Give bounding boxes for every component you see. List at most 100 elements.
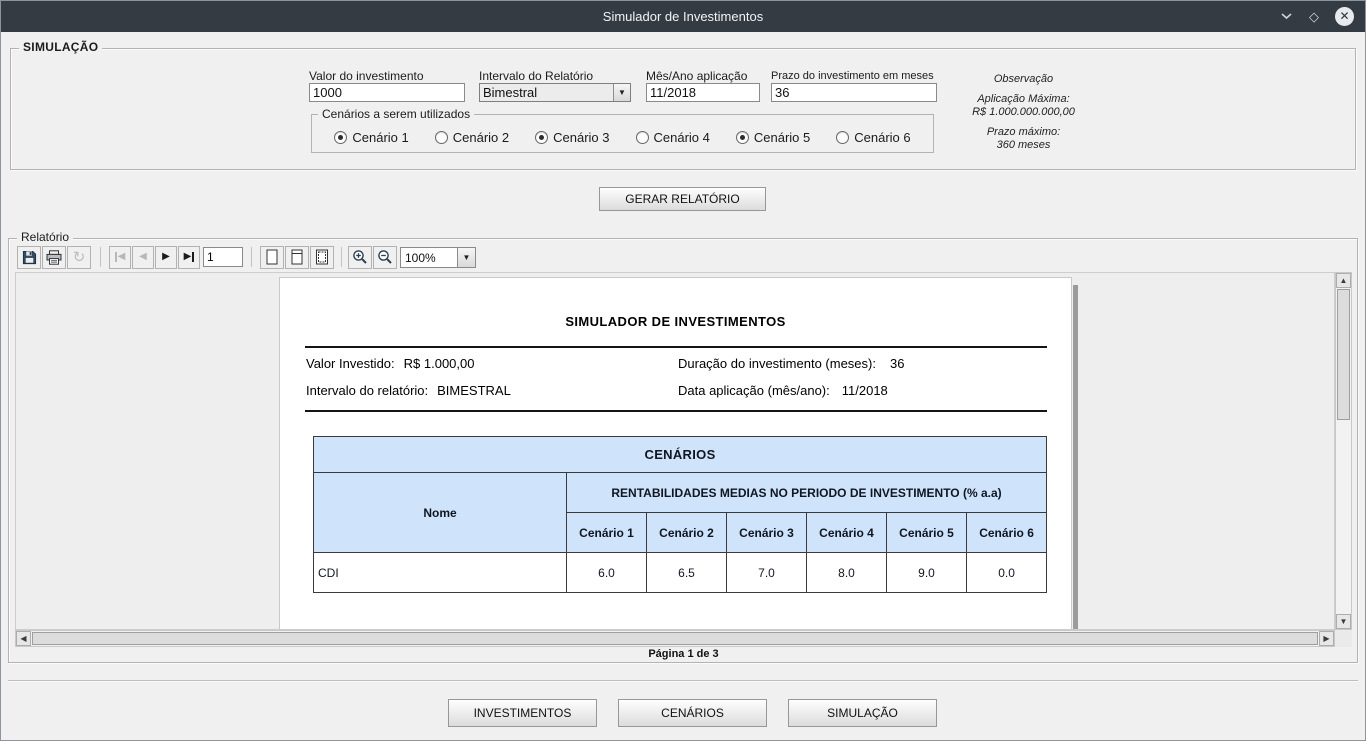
table-group-header: RENTABILIDADES MEDIAS NO PERIODO DE INVE… <box>565 472 1048 513</box>
zoom-out-button[interactable] <box>373 245 397 269</box>
gerar-relatorio-button[interactable]: GERAR RELATÓRIO <box>599 187 766 211</box>
simulacao-legend: SIMULAÇÃO <box>19 40 103 54</box>
print-icon <box>46 249 62 265</box>
vertical-scrollbar[interactable]: ▲ ▼ <box>1335 272 1352 630</box>
value-cell: 0.0 <box>965 552 1048 593</box>
aplicacao-maxima-label: Aplicação Máxima: <box>977 93 1070 105</box>
intervalo-relatorio-select[interactable]: Bimestral ▼ <box>479 83 631 102</box>
reload-button[interactable]: ↻ <box>67 245 91 269</box>
prazo-input[interactable] <box>771 83 937 102</box>
zoom-in-icon <box>352 249 368 265</box>
column-header: Cenário 3 <box>726 512 807 553</box>
report-viewport: SIMULADOR DE INVESTIMENTOS Valor Investi… <box>15 272 1335 630</box>
close-icon[interactable]: ✕ <box>1335 6 1354 26</box>
report-title: SIMULADOR DE INVESTIMENTOS <box>565 314 786 329</box>
report-divider <box>305 410 1047 412</box>
report-page: SIMULADOR DE INVESTIMENTOS Valor Investi… <box>279 277 1072 629</box>
field-label: Valor Investido: <box>306 356 395 371</box>
observacao-title: Observação <box>993 73 1054 85</box>
window-title: Simulador de Investimentos <box>602 8 764 24</box>
radio-cenario-3[interactable]: Cenário 3 <box>535 130 610 145</box>
chevron-down-icon[interactable]: ▼ <box>457 247 475 267</box>
save-button[interactable] <box>17 245 41 269</box>
vertical-scrollbar-thumb[interactable] <box>1337 289 1350 420</box>
prazo-maximo-label: Prazo máximo: <box>986 126 1061 138</box>
scroll-left-icon[interactable]: ◀ <box>16 631 31 646</box>
value-cell: 7.0 <box>726 552 807 593</box>
radio-label: Cenário 4 <box>653 130 710 145</box>
table-row: CDI 6.0 6.5 7.0 8.0 9.0 0.0 <box>313 552 1048 593</box>
zoom-level-select[interactable]: 100% ▼ <box>400 246 476 268</box>
radio-cenario-1[interactable]: Cenário 1 <box>334 130 409 145</box>
previous-page-button[interactable]: ◀ <box>132 245 154 269</box>
zoom-level-value: 100% <box>401 247 457 267</box>
mes-ano-label: Mês/Ano aplicação <box>646 69 748 83</box>
cenarios-groupbox: Cenários a serem utilizados Cenário 1 Ce… <box>311 107 934 153</box>
cenarios-radio-row: Cenário 1 Cenário 2 Cenário 3 Cenário 4 … <box>312 123 933 152</box>
report-field-duracao: Duração do investimento (meses): 36 <box>678 356 904 372</box>
radio-label: Cenário 2 <box>452 130 510 145</box>
actual-size-button[interactable] <box>260 245 284 269</box>
radio-cenario-4[interactable]: Cenário 4 <box>635 130 710 145</box>
toolbar-separator <box>251 247 252 267</box>
page-number-input[interactable] <box>203 247 243 267</box>
zoom-in-button[interactable] <box>348 245 372 269</box>
print-button[interactable] <box>42 245 66 269</box>
cenarios-table: CENÁRIOS Nome RENTABILIDADES MEDIAS NO P… <box>312 436 1048 593</box>
scroll-up-icon[interactable]: ▲ <box>1336 273 1351 288</box>
radio-circle-icon <box>434 131 448 144</box>
radio-label: Cenário 1 <box>352 130 409 145</box>
row-name-cell: CDI <box>313 552 567 593</box>
report-field-intervalo: Intervalo do relatório: BIMESTRAL <box>306 383 511 399</box>
first-page-button[interactable]: ◀ <box>109 245 131 269</box>
cenarios-button[interactable]: CENÁRIOS <box>618 699 767 727</box>
radio-circle-icon <box>836 131 850 144</box>
value-cell: 9.0 <box>886 552 967 593</box>
maximize-diamond-icon[interactable]: ◇ <box>1309 10 1319 23</box>
radio-cenario-2[interactable]: Cenário 2 <box>434 130 510 145</box>
radio-label: Cenário 6 <box>854 130 911 145</box>
save-icon <box>22 250 37 265</box>
report-toolbar: ↻ ◀ ◀ ▶ ▶ 1 100% ▼ <box>17 244 476 270</box>
next-page-icon: ▶ <box>162 251 170 262</box>
scroll-down-icon[interactable]: ▼ <box>1336 614 1351 629</box>
last-page-button[interactable]: ▶ <box>178 245 200 269</box>
minimize-chevron-icon[interactable] <box>1280 12 1293 20</box>
field-value: 11/2018 <box>841 383 888 398</box>
horizontal-scrollbar-thumb[interactable] <box>32 632 1318 645</box>
fit-width-button[interactable] <box>310 245 334 269</box>
column-header: Cenário 6 <box>965 512 1048 553</box>
prazo-label: Prazo do investimento em meses <box>771 70 934 82</box>
relatorio-groupbox: Relatório ↻ ◀ ◀ ▶ ▶ 1 100% ▼ SIMULADOR D… <box>8 230 1358 663</box>
cenarios-legend: Cenários a serem utilizados <box>318 107 475 121</box>
field-value: 36 <box>889 356 905 371</box>
bottom-panel-divider <box>8 680 1358 682</box>
investimentos-button[interactable]: INVESTIMENTOS <box>448 699 597 727</box>
last-page-icon: ▶ <box>184 252 195 262</box>
field-label: Data aplicação (mês/ano): <box>678 383 830 398</box>
radio-label: Cenário 5 <box>753 130 811 145</box>
report-status-bar: Página 1 de 3 <box>648 648 719 660</box>
mes-ano-input[interactable] <box>646 83 760 102</box>
horizontal-scrollbar[interactable]: ◀ ▶ <box>15 630 1335 647</box>
radio-label: Cenário 3 <box>553 130 610 145</box>
chevron-down-icon[interactable]: ▼ <box>613 84 630 101</box>
column-header: Cenário 5 <box>886 512 967 553</box>
valor-investimento-input[interactable] <box>309 83 465 102</box>
prazo-maximo-value: 360 meses <box>996 139 1051 151</box>
simulacao-groupbox: SIMULAÇÃO Valor do investimento Interval… <box>10 40 1356 170</box>
report-divider <box>305 346 1047 348</box>
intervalo-relatorio-label: Intervalo do Relatório <box>479 69 594 83</box>
radio-cenario-5[interactable]: Cenário 5 <box>735 130 811 145</box>
fit-page-button[interactable] <box>285 245 309 269</box>
radio-circle-icon <box>635 131 649 144</box>
zoom-out-icon <box>377 249 393 265</box>
radio-circle-icon <box>535 131 549 144</box>
radio-cenario-6[interactable]: Cenário 6 <box>836 130 911 145</box>
field-value: R$ 1.000,00 <box>403 356 475 371</box>
scroll-right-icon[interactable]: ▶ <box>1319 631 1334 646</box>
relatorio-legend: Relatório <box>17 230 74 244</box>
next-page-button[interactable]: ▶ <box>155 245 177 269</box>
simulacao-button[interactable]: SIMULAÇÃO <box>788 699 937 727</box>
column-header: Cenário 4 <box>806 512 887 553</box>
